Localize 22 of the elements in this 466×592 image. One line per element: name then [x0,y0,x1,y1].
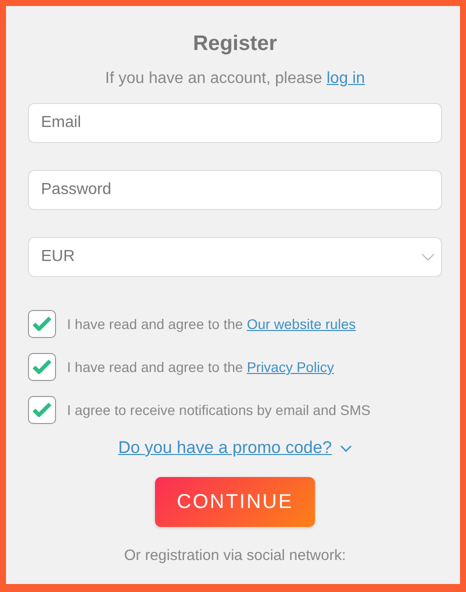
social-text: Or registration via social network: [124,547,346,564]
checkbox-label: I have read and agree to the Privacy Policy [67,359,334,375]
checkbox-label: I have read and agree to the Our website rules [67,316,356,332]
continue-button[interactable]: CONTINUE [155,477,315,527]
chevron-down-icon [340,444,352,452]
checkmark-icon [32,316,52,332]
checkbox[interactable] [28,396,56,424]
input-field[interactable]: Email [28,103,442,143]
checkbox-label: I agree to receive notifications by email and SMS [67,402,370,418]
checkbox[interactable] [28,310,56,338]
policy-link[interactable]: Privacy Policy [246,359,334,375]
currency-select[interactable]: EUR [28,237,442,277]
chevron-down-icon [421,253,435,261]
promo-code-link[interactable]: Do you have a promo code? [118,438,332,458]
form-title: Register [192,32,278,56]
checkmark-icon [32,402,52,418]
login-link[interactable]: log in [326,70,365,87]
checkmark-icon [32,359,52,375]
input-field[interactable]: Password [28,170,442,210]
login-prompt: If you have an account, please log in [105,70,365,88]
policy-link[interactable]: Our website rules [246,316,356,332]
checkbox[interactable] [28,353,56,381]
